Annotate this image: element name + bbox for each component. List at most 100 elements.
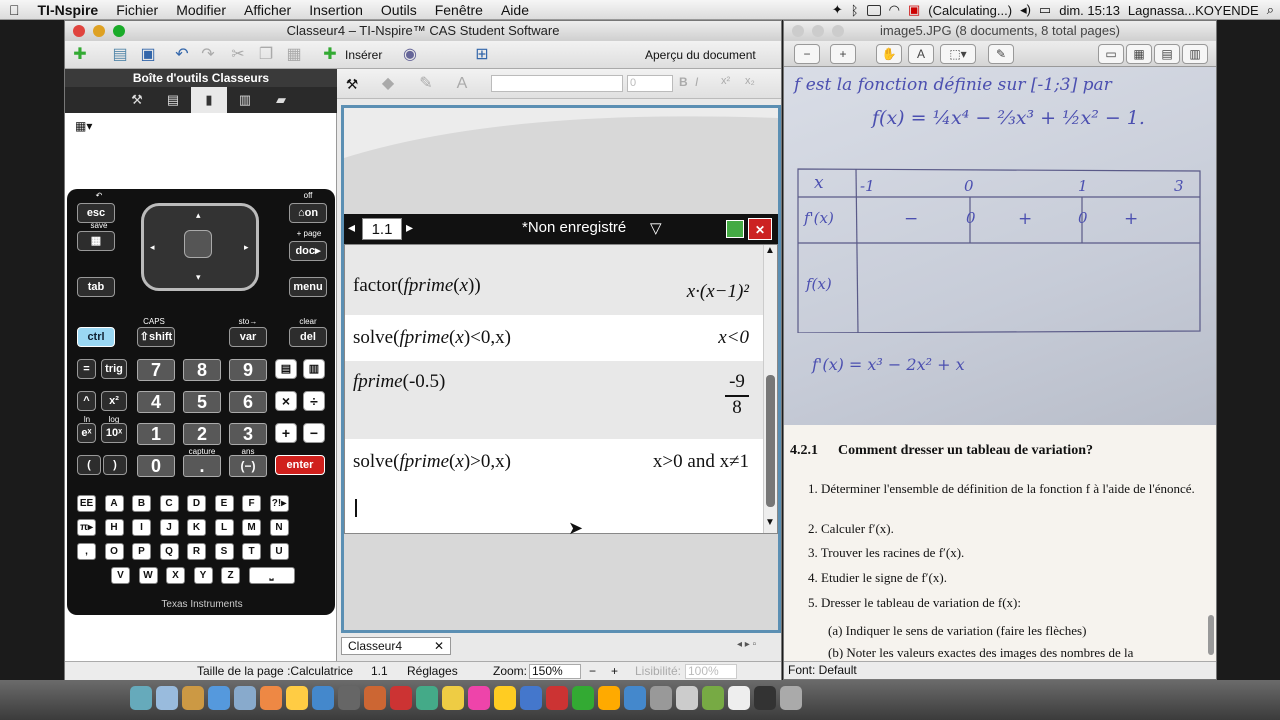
approx-icon[interactable]: ◉ bbox=[399, 45, 421, 65]
zoom-select[interactable]: 150% bbox=[529, 664, 581, 679]
decimal-key[interactable]: . bbox=[183, 455, 221, 477]
minus-key[interactable]: − bbox=[303, 423, 325, 443]
key-0[interactable]: 0 bbox=[137, 455, 175, 477]
dock-app-icon[interactable] bbox=[494, 686, 516, 710]
history-row[interactable]: solve(fprime(x)<0,x) x<0 bbox=[345, 315, 763, 361]
tab-key[interactable]: tab bbox=[77, 277, 115, 297]
letter-key[interactable]: E bbox=[214, 495, 234, 512]
key-7[interactable]: 7 bbox=[137, 359, 175, 381]
calculating-status[interactable]: (Calculating...) bbox=[928, 3, 1012, 18]
tab-nav-icons[interactable]: ◂ ▸ ▫ bbox=[737, 639, 756, 650]
content-explorer-tab-icon[interactable]: ▥ bbox=[227, 87, 263, 113]
key-3[interactable]: 3 bbox=[229, 423, 267, 445]
redo-icon[interactable]: ↷ bbox=[197, 45, 219, 65]
dock-app-icon[interactable] bbox=[156, 686, 178, 710]
dock-app-icon[interactable] bbox=[598, 686, 620, 710]
view-contact-icon[interactable]: ▦ bbox=[1126, 44, 1152, 64]
apple-icon[interactable]:  bbox=[0, 2, 29, 18]
tools-icon[interactable]: ⚒ bbox=[341, 74, 363, 94]
scratchpad-key[interactable]: ▦ bbox=[77, 231, 115, 251]
text-color-icon[interactable]: A bbox=[451, 74, 473, 94]
menu-insertion[interactable]: Insertion bbox=[300, 2, 372, 18]
divide-key[interactable]: ÷ bbox=[303, 391, 325, 411]
letter-key[interactable]: Q bbox=[159, 543, 179, 560]
menu-afficher[interactable]: Afficher bbox=[235, 2, 300, 18]
letter-key[interactable]: T bbox=[242, 543, 261, 560]
doc-menu-chevron-icon[interactable]: ▽ bbox=[650, 219, 662, 237]
dock-app-icon[interactable] bbox=[364, 686, 386, 710]
dock-app-icon[interactable] bbox=[780, 686, 802, 710]
search-icon[interactable]: ⌕ bbox=[1267, 2, 1274, 18]
superscript-button[interactable]: x² bbox=[721, 75, 730, 87]
letter-key[interactable]: ⎵ bbox=[248, 567, 295, 584]
dock-app-icon[interactable] bbox=[702, 686, 724, 710]
tools-tab-icon[interactable]: ⚒ bbox=[119, 87, 155, 113]
letter-key[interactable]: D bbox=[187, 495, 206, 512]
exp-key[interactable]: eˣ bbox=[77, 423, 96, 443]
doc-key[interactable]: doc▸ bbox=[289, 241, 327, 261]
var-key[interactable]: var bbox=[229, 327, 267, 347]
battery-icon[interactable]: ▭ bbox=[1039, 2, 1051, 18]
subscript-button[interactable]: x₂ bbox=[745, 75, 755, 87]
bluetooth-icon[interactable]: ᛒ bbox=[851, 3, 859, 18]
letter-key[interactable]: V bbox=[111, 567, 130, 584]
page-size-status[interactable]: Taille de la page :Calculatrice bbox=[197, 662, 353, 681]
times-key[interactable]: × bbox=[275, 391, 297, 411]
letter-key[interactable]: ?!▸ bbox=[269, 495, 289, 512]
minimize-window-button[interactable] bbox=[93, 25, 105, 37]
history-row[interactable]: solve(fprime(x)>0,x) x>0 and x≠1 bbox=[345, 439, 763, 487]
zoom-out-button[interactable]: − bbox=[589, 662, 596, 681]
letter-key[interactable]: P bbox=[132, 543, 151, 560]
minimize-window-button[interactable] bbox=[812, 25, 824, 37]
dropbox-icon[interactable]: ✦ bbox=[832, 2, 843, 18]
font-select[interactable] bbox=[491, 75, 623, 92]
prev-page-icon[interactable]: ◂ bbox=[348, 219, 355, 236]
dock-app-icon[interactable] bbox=[442, 686, 464, 710]
open-icon[interactable]: ▤ bbox=[109, 45, 131, 65]
key-9[interactable]: 9 bbox=[229, 359, 267, 381]
zoom-window-button[interactable] bbox=[832, 25, 844, 37]
menu-key[interactable]: menu bbox=[289, 277, 327, 297]
dock-app-icon[interactable] bbox=[728, 686, 750, 710]
text-tool-icon[interactable]: A bbox=[908, 44, 934, 64]
letter-key[interactable]: S bbox=[214, 543, 234, 560]
document-preview-menu[interactable]: Aperçu du document bbox=[645, 48, 756, 62]
save-icon[interactable]: ▣ bbox=[137, 45, 159, 65]
letter-key[interactable]: O bbox=[104, 543, 124, 560]
letter-key[interactable]: J bbox=[159, 519, 179, 536]
right-paren-key[interactable]: ) bbox=[103, 455, 127, 475]
dock-app-icon[interactable] bbox=[650, 686, 672, 710]
font-size-select[interactable]: 0 bbox=[627, 75, 673, 92]
plus-key[interactable]: + bbox=[275, 423, 297, 443]
display-icon[interactable] bbox=[866, 4, 881, 16]
templates-key[interactable]: ▤ bbox=[275, 359, 297, 379]
move-tool-icon[interactable]: ✋ bbox=[876, 44, 902, 64]
zoom-in-icon[interactable]: + bbox=[830, 44, 856, 64]
app-menu[interactable]: TI-Nspire bbox=[29, 2, 108, 18]
dock-app-icon[interactable] bbox=[520, 686, 542, 710]
view-sidebar-icon[interactable]: ▤ bbox=[1154, 44, 1180, 64]
document-tab[interactable]: Classeur4 ✕ bbox=[341, 637, 451, 655]
volume-icon[interactable]: ◂) bbox=[1020, 2, 1031, 18]
page-sorter-tab-icon[interactable]: ▤ bbox=[155, 87, 191, 113]
menu-aide[interactable]: Aide bbox=[492, 2, 538, 18]
dock-app-icon[interactable] bbox=[468, 686, 490, 710]
copy-icon[interactable]: ❐ bbox=[255, 45, 277, 65]
dock-app-icon[interactable] bbox=[182, 686, 204, 710]
letter-key[interactable]: W bbox=[138, 567, 158, 584]
caret-key[interactable]: ^ bbox=[77, 391, 96, 411]
pad-up-icon[interactable]: ▴ bbox=[196, 210, 201, 221]
flag-icon[interactable]: ▣ bbox=[908, 2, 920, 18]
key-8[interactable]: 8 bbox=[183, 359, 221, 381]
square-key[interactable]: x² bbox=[101, 391, 127, 411]
dock-app-icon[interactable] bbox=[234, 686, 256, 710]
menu-outils[interactable]: Outils bbox=[372, 2, 426, 18]
entry-cursor[interactable] bbox=[355, 499, 357, 517]
negative-key[interactable]: (−) bbox=[229, 455, 267, 477]
letter-key[interactable]: H bbox=[104, 519, 124, 536]
zoom-in-button[interactable]: + bbox=[611, 662, 618, 681]
pad-right-icon[interactable]: ▸ bbox=[244, 242, 249, 253]
letter-key[interactable]: C bbox=[159, 495, 179, 512]
letter-key[interactable]: N bbox=[269, 519, 289, 536]
fill-color-icon[interactable]: ◆ bbox=[377, 74, 399, 94]
